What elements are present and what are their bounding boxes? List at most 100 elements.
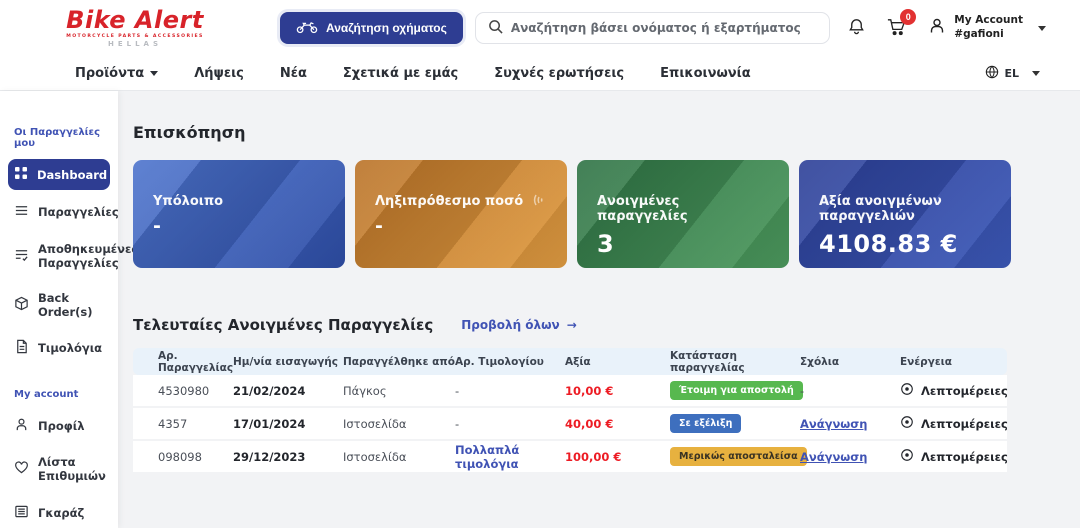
entry-date: 29/12/2023	[233, 450, 343, 464]
chevron-down-icon	[1038, 26, 1046, 31]
sidebar-item-invoices[interactable]: Τιμολόγια	[8, 332, 110, 364]
orders-table-header: Αρ. Παραγγελίας Ημ/νία εισαγωγής Παραγγέ…	[133, 348, 1007, 375]
details-button[interactable]: Λεπτομέρειες	[900, 448, 1008, 465]
details-label: Λεπτομέρειες	[921, 384, 1008, 398]
document-icon	[14, 339, 29, 357]
arrow-right-icon: →	[567, 318, 577, 332]
details-label: Λεπτομέρειες	[921, 450, 1008, 464]
card-open-orders[interactable]: Ανοιγμένες παραγγελίες 3	[577, 160, 789, 268]
card-value: 4108.83 €	[819, 230, 993, 258]
cart-badge: 0	[900, 9, 916, 25]
ordered-from: Ιστοσελίδα	[343, 417, 455, 431]
nav-contact[interactable]: Επικοινωνία	[660, 66, 750, 81]
multiple-invoices-link[interactable]: Πολλαπλά τιμολόγια	[455, 443, 519, 471]
sidebar-item-wishlist[interactable]: Λίστα Επιθυμιών	[8, 448, 110, 491]
sidebar-item-label: Back Order(s)	[38, 291, 104, 320]
sidebar-item-back-orders[interactable]: Back Order(s)	[8, 284, 110, 327]
nav-products[interactable]: Προϊόντα	[75, 66, 158, 81]
vehicle-search-label: Αναζήτηση οχήματος	[326, 21, 447, 35]
invoice-no: -	[455, 384, 565, 398]
sidebar-item-label: Λίστα Επιθυμιών	[38, 455, 106, 484]
sidebar-item-dashboard[interactable]: Dashboard	[8, 159, 110, 190]
account-id: #gafioni	[954, 28, 1023, 42]
table-row: 098098 29/12/2023 Ιστοσελίδα Πολλαπλά τι…	[133, 441, 1007, 474]
nav-faq[interactable]: Συχνές ερωτήσεις	[494, 66, 624, 81]
card-value: -	[153, 215, 327, 237]
chevron-down-icon	[1032, 71, 1040, 76]
sidebar-section-my-account: My account	[8, 389, 110, 400]
card-balance[interactable]: Υπόλοιπο -	[133, 160, 345, 268]
brand-logo[interactable]: Bike Alert MOTORCYCLE PARTS & ACCESSORIE…	[60, 8, 210, 48]
order-no: 098098	[133, 450, 233, 464]
eye-icon	[900, 448, 914, 465]
card-value: -	[375, 215, 549, 237]
global-search[interactable]	[475, 12, 830, 44]
garage-icon	[14, 504, 29, 522]
nav-downloads[interactable]: Λήψεις	[194, 66, 244, 81]
sidebar-item-label: Γκαράζ	[38, 506, 84, 520]
ordered-from: Πάγκος	[343, 384, 455, 398]
dashboard-grid-icon	[14, 166, 28, 183]
chevron-down-icon	[150, 71, 158, 76]
eye-icon	[900, 382, 914, 399]
account-menu[interactable]: My Account #gafioni	[927, 14, 1046, 41]
view-all-label: Προβολή όλων	[461, 318, 559, 332]
nav-news-label: Νέα	[280, 66, 307, 81]
col-action: Ενέργεια	[900, 356, 1007, 368]
read-comments-link[interactable]: Ανάγνωση	[800, 417, 867, 431]
col-order-no: Αρ. Παραγγελίας	[133, 350, 233, 374]
sidebar-item-profile[interactable]: Προφίλ	[8, 410, 110, 442]
orders-table: Αρ. Παραγγελίας Ημ/νία εισαγωγής Παραγγέ…	[133, 348, 1007, 474]
card-label: Υπόλοιπο	[153, 194, 327, 209]
language-selector[interactable]: EL	[985, 65, 1040, 82]
package-icon	[14, 296, 29, 314]
sidebar-section-my-orders: Οι Παραγγελίες μου	[8, 127, 110, 149]
details-label: Λεπτομέρειες	[921, 417, 1008, 431]
motorcycle-icon	[296, 20, 318, 37]
notifications-button[interactable]	[847, 17, 866, 39]
overview-cards: Υπόλοιπο - Ληξιπρόθεσμο ποσό - Ανοιγμένε…	[133, 160, 1011, 268]
entry-date: 17/01/2024	[233, 417, 343, 431]
table-row: 4357 17/01/2024 Ιστοσελίδα - 40,00 € Σε …	[133, 408, 1007, 441]
card-label: Αξία ανοιγμένων παραγγελιών	[819, 194, 993, 224]
sidebar-item-garage[interactable]: Γκαράζ	[8, 497, 110, 528]
sidebar-item-orders[interactable]: Παραγγελίες	[8, 196, 110, 228]
card-label: Ανοιγμένες παραγγελίες	[597, 194, 771, 224]
order-value: 40,00 €	[565, 417, 670, 431]
sidebar-item-label: Παραγγελίες	[38, 205, 119, 219]
details-button[interactable]: Λεπτομέρειες	[900, 382, 1008, 399]
ordered-from: Ιστοσελίδα	[343, 450, 455, 464]
main-content: Επισκόπηση Υπόλοιπο - Ληξιπρόθεσμο ποσό …	[118, 91, 1080, 528]
cart-button[interactable]: 0	[886, 16, 907, 40]
sidebar-item-saved-orders[interactable]: Αποθηκευμένες Παραγγελίες	[8, 235, 110, 278]
card-open-orders-value[interactable]: Αξία ανοιγμένων παραγγελιών 4108.83 €	[799, 160, 1011, 268]
search-input[interactable]	[511, 21, 817, 35]
brand-region: HELLAS	[60, 40, 210, 48]
status-badge: Μερικώς αποσταλείσα	[670, 447, 807, 466]
page-title: Επισκόπηση	[133, 123, 1011, 142]
sidebar: Οι Παραγγελίες μου Dashboard Παραγγελίες	[0, 91, 118, 528]
orders-section-title: Τελευταίες Ανοιγμένες Παραγγελίες	[133, 316, 433, 334]
col-value: Αξία	[565, 356, 670, 368]
order-value: 100,00 €	[565, 450, 670, 464]
card-overdue-amount[interactable]: Ληξιπρόθεσμο ποσό -	[355, 160, 567, 268]
read-comments-link[interactable]: Ανάγνωση	[800, 450, 867, 464]
brand-subtitle: MOTORCYCLE PARTS & ACCESSORIES	[60, 34, 210, 39]
user-icon	[927, 16, 947, 40]
search-icon	[488, 19, 503, 38]
view-all-link[interactable]: Προβολή όλων →	[461, 318, 577, 332]
globe-icon	[985, 65, 999, 82]
nav-about[interactable]: Σχετικά με εμάς	[343, 66, 458, 81]
list-icon	[14, 203, 29, 221]
person-icon	[14, 417, 29, 435]
order-no: 4530980	[133, 384, 233, 398]
details-button[interactable]: Λεπτομέρειες	[900, 415, 1008, 432]
col-entry-date: Ημ/νία εισαγωγής	[233, 356, 343, 368]
entry-date: 21/02/2024	[233, 384, 343, 398]
sidebar-item-label: Προφίλ	[38, 419, 85, 433]
language-code: EL	[1004, 67, 1019, 80]
card-label: Ληξιπρόθεσμο ποσό	[375, 194, 549, 209]
nav-news[interactable]: Νέα	[280, 66, 307, 81]
invoice-no: -	[455, 417, 565, 431]
vehicle-search-button[interactable]: Αναζήτηση οχήματος	[280, 12, 463, 44]
